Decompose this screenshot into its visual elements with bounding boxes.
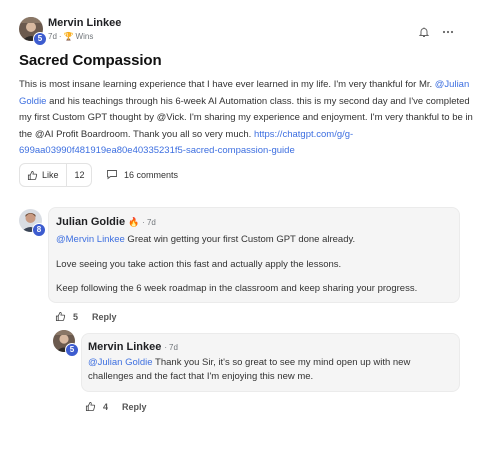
comment-actions: 5 Reply (55, 311, 117, 322)
level-badge: 5 (33, 32, 47, 46)
level-badge: 8 (32, 223, 46, 237)
post-meta: 7d · 🏆 Wins (48, 32, 93, 41)
flame-icon: 🔥 (128, 216, 140, 227)
comment-author-name[interactable]: Julian Goldie (56, 216, 125, 228)
meta-separator: · (164, 342, 168, 352)
post-title: Sacred Compassion (19, 52, 162, 69)
comment-meta: · 7d (164, 343, 178, 352)
comment-header: Mervin Linkee · 7d (88, 341, 178, 353)
like-button[interactable]: Like 12 (19, 163, 92, 187)
bell-icon[interactable] (418, 25, 430, 37)
comment-text: Keep following the 6 week roadmap in the… (56, 283, 418, 294)
like-label: Like (42, 170, 59, 180)
like-count: 12 (65, 164, 93, 186)
thumbs-up-icon (27, 170, 38, 180)
reply-button[interactable]: Reply (122, 402, 147, 412)
post-body: This is most insane learning experience … (19, 77, 475, 160)
comment-text: @Julian Goldie Thank you Sir, it's so gr… (88, 356, 448, 384)
meta-separator: · (58, 32, 62, 41)
thumbs-up-icon (55, 311, 66, 322)
post-time: 7d (48, 32, 57, 41)
more-options-icon[interactable] (441, 25, 455, 37)
post-category[interactable]: Wins (76, 32, 94, 41)
comment-actions: 4 Reply (85, 401, 147, 412)
post-body-text: This is most insane learning experience … (19, 79, 435, 90)
comment-header: Julian Goldie 🔥 · 7d (56, 216, 156, 228)
comment-like-button[interactable]: 4 (85, 401, 108, 412)
comment-author-name[interactable]: Mervin Linkee (88, 341, 161, 353)
meta-separator: · (142, 217, 145, 227)
trophy-icon: 🏆 (63, 32, 74, 41)
comment-count[interactable]: 16 comments (106, 169, 178, 180)
comment-meta: · 7d (142, 218, 156, 227)
comment-like-button[interactable]: 5 (55, 311, 78, 322)
comment-text-line: Great win getting your first Custom GPT … (124, 234, 356, 245)
post-body-text: and his teachings through his 6-week AI … (19, 95, 473, 140)
post-author-name[interactable]: Mervin Linkee (48, 17, 121, 29)
comment-icon (107, 170, 117, 180)
thumbs-up-icon (85, 401, 96, 412)
level-badge: 5 (65, 343, 79, 357)
comments-label: 16 comments (124, 169, 179, 180)
comment-time: 7d (169, 342, 178, 352)
comment-like-count: 4 (103, 401, 109, 412)
comment-text: Love seeing you take action this fast an… (56, 259, 342, 270)
comment-text: @Mervin Linkee Great win getting your fi… (56, 233, 456, 247)
mention-link[interactable]: @Mervin Linkee (56, 234, 125, 245)
comment-time: 7d (146, 217, 156, 227)
reply-button[interactable]: Reply (92, 312, 117, 322)
comment-like-count: 5 (73, 311, 79, 322)
mention-link[interactable]: @Julian Goldie (88, 357, 153, 368)
